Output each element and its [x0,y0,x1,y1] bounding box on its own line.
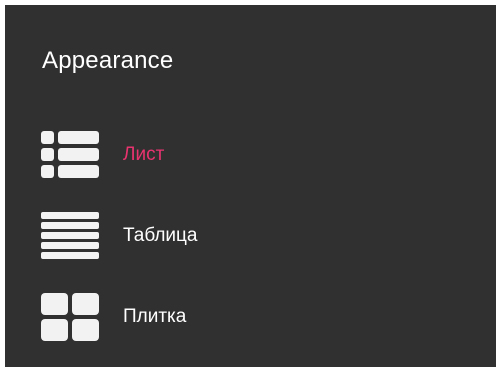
option-label-table: Таблица [123,225,198,246]
table-view-icon [41,212,99,260]
appearance-dialog: Appearance Лист Таблица Плитка [5,5,496,367]
option-label-list: Лист [123,144,165,165]
option-table[interactable]: Таблица [5,196,496,276]
dialog-title: Appearance [42,47,174,74]
tile-view-icon [41,293,99,341]
option-label-tile: Плитка [123,306,187,327]
option-tile[interactable]: Плитка [5,277,496,357]
list-view-icon [41,131,99,179]
option-list[interactable]: Лист [5,115,496,195]
